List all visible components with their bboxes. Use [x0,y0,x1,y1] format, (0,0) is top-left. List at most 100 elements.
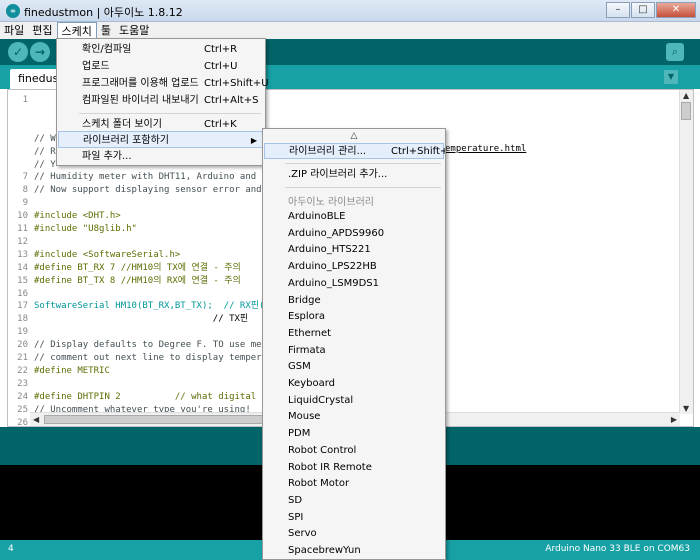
library-item[interactable]: Arduino_LPS22HB [264,259,444,275]
library-item-label: LiquidCrystal [288,394,354,406]
library-item[interactable]: Servo [264,526,444,542]
vertical-scroll-thumb[interactable] [681,102,691,120]
library-item[interactable]: Firmata [264,343,444,359]
library-item-label: Firmata [288,344,326,356]
include-library-submenu: △ 라이브러리 관리... Ctrl+Shift+I .ZIP 라이브러리 추가… [262,128,446,560]
line-number-label: 11 [17,224,28,234]
code-link[interactable]: emperature.html [445,143,545,155]
library-item[interactable]: Robot Motor [264,476,444,492]
line-number-label: 15 [17,275,28,286]
library-item-label: Mouse [288,411,321,423]
close-icon[interactable]: ✕ [656,2,696,18]
menu-separator [79,113,261,114]
library-item[interactable]: SD [264,493,444,509]
menu-item-verify-compile[interactable]: 확인/컴파일 Ctrl+R [58,41,264,58]
library-item[interactable]: Mouse [264,409,444,425]
library-item[interactable]: Arduino_APDS9960 [264,226,444,242]
menu-item-upload[interactable]: 업로드 Ctrl+U [58,58,264,75]
library-item[interactable]: SPI [264,510,444,526]
scroll-up-arrow-icon[interactable]: △ [263,131,445,141]
menu-separator [285,187,441,188]
library-item[interactable]: Robot IR Remote [264,460,444,476]
maximize-icon[interactable]: □ [631,2,655,18]
scroll-down-icon[interactable]: ▼ [683,404,689,413]
scroll-up-icon[interactable]: ▲ [683,91,689,100]
library-item-label: Ethernet [288,327,332,339]
horizontal-scroll-thumb[interactable] [44,415,264,424]
code-text: // Display defaults to Degree F. TO use … [34,340,267,351]
title-bar: ∞ finedustmon | 아두이노 1.8.12 – □ ✕ [0,0,700,22]
library-item[interactable]: Arduino_LSM9DS1 [264,276,444,292]
line-number-label: 16 [17,288,28,299]
line-number-label: 10 [17,211,28,222]
line-number-label: 22 [17,365,28,376]
library-item-label: Robot Motor [288,478,350,490]
library-item[interactable]: ArduinoBLE [264,209,444,225]
scroll-left-icon[interactable]: ◀ [33,415,39,424]
menu-item-shortcut: Ctrl+Shift+I [391,146,446,157]
line-number-label: 25 [17,404,28,415]
menu-item-shortcut: Ctrl+U [204,61,238,72]
library-item[interactable]: Keyboard [264,376,444,392]
line-number-label: 23 [17,378,28,389]
code-text: // Humidity meter with DHT11, Arduino an… [34,172,267,183]
line-number-label: 21 [17,353,28,363]
vertical-scrollbar[interactable]: ▲ ▼ [679,90,693,414]
code-text: // Y [34,159,56,170]
library-item-label: Arduino_APDS9960 [288,227,385,239]
menu-item-label: 업로드 [82,61,110,72]
menu-item-export-binary[interactable]: 컴파일된 바이너리 내보내기 Ctrl+Alt+S [58,92,264,109]
menu-item-add-file[interactable]: 파일 추가... [58,148,264,165]
library-item-label: Bridge [288,294,321,306]
code-text: #include <SoftwareSerial.h> [34,249,181,260]
library-item[interactable]: Ethernet [264,326,444,342]
menu-item-label: 라이브러리 관리... [289,146,367,157]
library-item-label: PDM [288,428,311,440]
menu-file[interactable]: 파일 [0,22,28,39]
menu-separator [285,163,441,164]
add-zip-library-item[interactable]: .ZIP 라이브러리 추가... [264,167,444,183]
line-number-label: 8 [22,185,28,196]
library-item[interactable]: Arduino_HTS221 [264,242,444,258]
line-number-label: 26 [17,417,28,427]
scroll-right-icon[interactable]: ▶ [671,415,677,424]
library-item-label: GSM [288,361,311,373]
menu-edit[interactable]: 편집 [28,22,56,39]
library-item-label: ArduinoBLE [288,211,346,222]
code-text: #define METRIC [34,365,110,376]
verify-icon[interactable]: ✓ [8,42,28,62]
line-number-label: 17 [17,301,28,312]
menu-tools[interactable]: 툴 [97,22,115,39]
menu-item-shortcut: Ctrl+Alt+S [204,95,259,106]
line-number-label: 1 [22,95,28,105]
menu-item-include-library[interactable]: 라이브러리 포함하기 ▶ [58,131,264,148]
library-item[interactable]: Esplora [264,309,444,325]
code-text: // R [34,146,56,157]
upload-icon[interactable]: → [30,42,50,62]
library-item[interactable]: GSM [264,359,444,375]
library-item[interactable]: SpacebrewYun [264,543,444,559]
code-text: SoftwareSerial HM10(BT_RX,BT_TX); // RX핀… [34,301,265,312]
menu-item-label: 파일 추가... [82,151,132,162]
menu-sketch[interactable]: 스케치 [56,22,97,39]
menu-item-label: .ZIP 라이브러리 추가... [288,169,388,180]
menu-bar: 파일 편집 스케치 툴 도움말 [0,22,700,39]
library-item[interactable]: LiquidCrystal [264,393,444,409]
library-section-header: 아두이노 라이브러리 [288,197,374,208]
library-item-label: SPI [288,511,304,523]
menu-help[interactable]: 도움말 [115,22,153,39]
manage-libraries-item[interactable]: 라이브러리 관리... Ctrl+Shift+I [264,143,446,159]
library-item[interactable]: PDM [264,426,444,442]
menu-item-upload-programmer[interactable]: 프로그래머를 이용해 업로드 Ctrl+Shift+U [58,75,269,92]
library-item[interactable]: Robot Control [264,443,444,459]
library-item[interactable]: Bridge [264,293,444,309]
library-item-label: Arduino_LPS22HB [288,261,377,273]
line-number-label: 20 [17,340,28,351]
serial-monitor-icon[interactable]: ⌕ [666,43,684,61]
library-item-label: Robot IR Remote [288,461,372,473]
code-text: #include "U8glib.h" [34,224,137,234]
library-item-label: Esplora [288,311,326,323]
line-number-label: 12 [17,236,28,247]
tab-menu-icon[interactable]: ▼ [664,70,678,84]
minimize-icon[interactable]: – [606,2,630,18]
